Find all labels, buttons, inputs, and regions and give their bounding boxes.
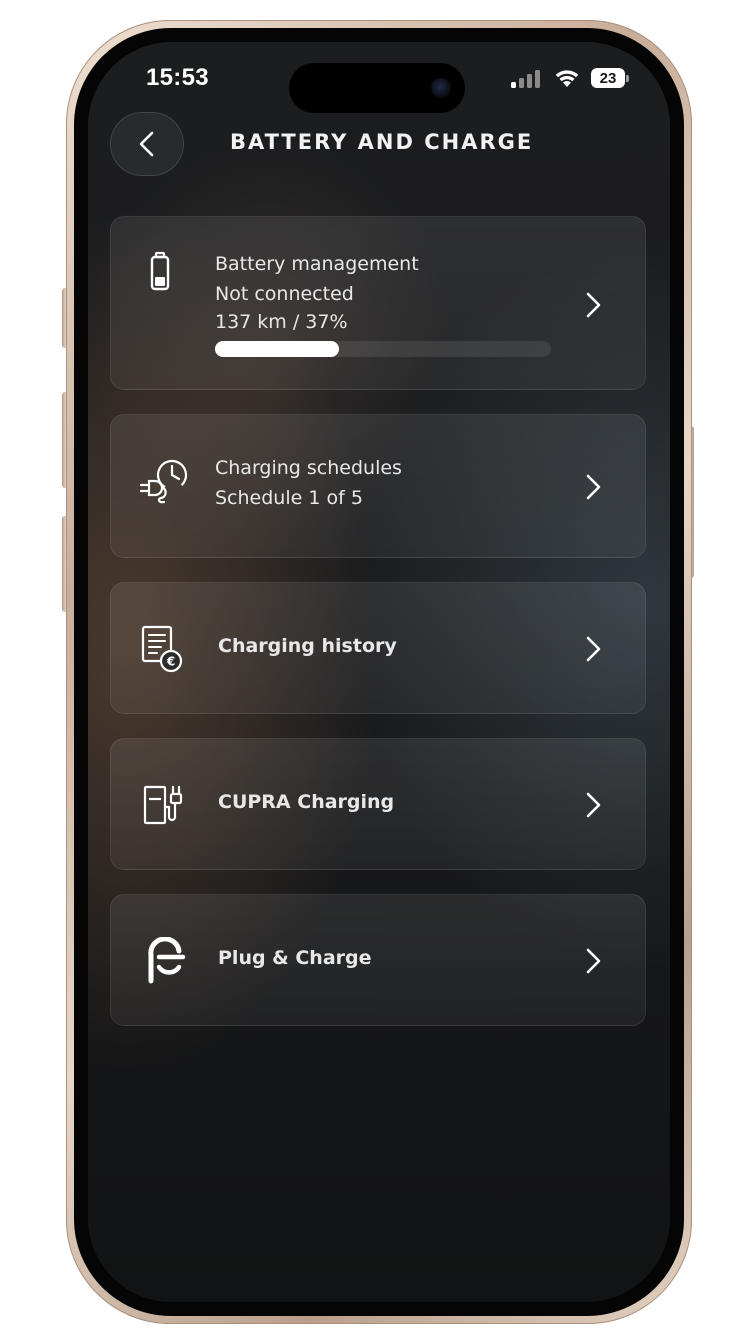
charging-schedules-card[interactable]: Charging schedules Schedule 1 of 5 [110,414,646,558]
battery-level-text: 23 [599,69,617,87]
back-button[interactable] [110,112,184,176]
plug-and-charge-title: Plug & Charge [218,947,372,969]
charging-schedule-icon [139,459,188,504]
device-mockup: 15:53 23 BATTERY AND CHARGE Battery mana… [0,0,756,1344]
range-and-charge: 137 km / 37% [215,311,348,333]
battery-progress-bar [215,341,551,357]
status-time: 15:53 [146,64,209,91]
wifi-icon [555,70,579,87]
charging-history-icon: € [141,625,183,673]
battery-status-icon: 23 [591,68,629,88]
chevron-right-icon [586,636,601,662]
chevron-left-icon [139,131,154,157]
chevron-right-icon [586,474,601,500]
cupra-charging-card[interactable]: CUPRA Charging [110,738,646,870]
plug-and-charge-card[interactable]: Plug & Charge [110,894,646,1026]
app-screen: 15:53 23 BATTERY AND CHARGE Battery mana… [88,42,670,1302]
cupra-charging-title: CUPRA Charging [218,791,395,813]
svg-text:€: € [166,655,175,669]
battery-cap [626,75,629,82]
charging-history-title: Charging history [218,635,397,657]
battery-management-card[interactable]: Battery management Not connected 137 km … [110,216,646,390]
charging-schedules-title: Charging schedules [215,457,402,479]
battery-icon [150,251,170,291]
chevron-right-icon [586,792,601,818]
battery-management-title: Battery management [215,253,419,275]
chevron-right-icon [586,292,601,318]
battery-progress-fill [215,341,340,357]
connection-status: Not connected [215,283,354,305]
schedule-count: Schedule 1 of 5 [215,487,363,509]
cellular-signal-icon [511,70,540,88]
dynamic-island [289,63,465,113]
chevron-right-icon [586,948,601,974]
page-title: BATTERY AND CHARGE [230,130,534,154]
charging-station-icon [143,785,183,825]
camera-icon [431,78,451,98]
charging-history-card[interactable]: € Charging history [110,582,646,714]
plug-and-charge-icon [148,937,186,984]
